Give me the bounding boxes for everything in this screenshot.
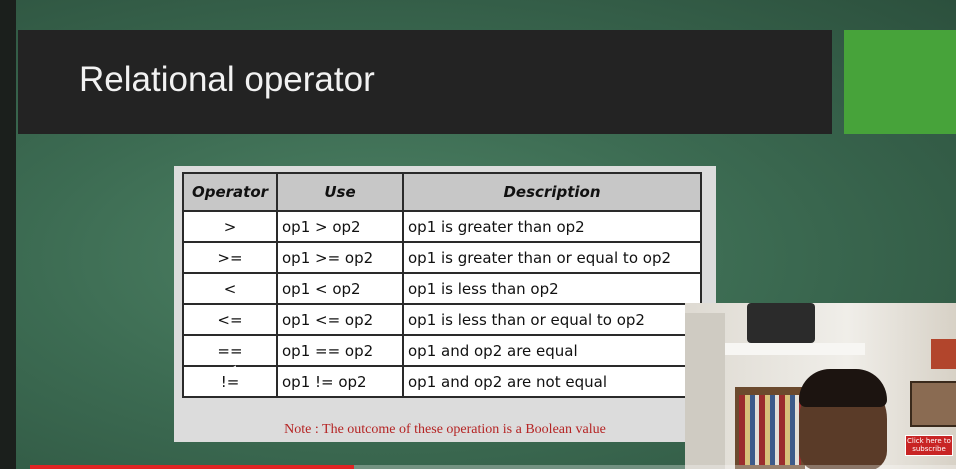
cell-description: op1 and op2 are equal	[402, 334, 702, 367]
webcam-books	[739, 395, 801, 465]
table-row: != op1 != op2 op1 and op2 are not equal	[182, 365, 702, 398]
header-use: Use	[276, 172, 404, 212]
accent-block	[844, 30, 956, 134]
table-row: >= op1 >= op2 op1 is greater than or equ…	[182, 241, 702, 274]
cell-operator: >=	[182, 241, 278, 274]
cell-description: op1 is greater than op2	[402, 210, 702, 243]
table-row: == op1 == op2 op1 and op2 are equal	[182, 334, 702, 367]
cell-operator: >	[182, 210, 278, 243]
cell-use: op1 > op2	[276, 210, 404, 243]
webcam-door	[685, 313, 725, 469]
operator-table-panel: Operator Use Description > op1 > op2 op1…	[174, 166, 716, 442]
header-operator: Operator	[182, 172, 278, 212]
cell-description: op1 is less than op2	[402, 272, 702, 305]
left-border	[0, 0, 16, 469]
video-progress-bar[interactable]	[30, 465, 956, 469]
slide-title: Relational operator	[79, 60, 375, 99]
webcam-red-object	[931, 339, 956, 369]
webcam-shelf	[725, 343, 865, 355]
presenter-hair	[799, 369, 887, 407]
cell-description: op1 and op2 are not equal	[402, 365, 702, 398]
cell-operator: <=	[182, 303, 278, 336]
operator-table: Operator Use Description > op1 > op2 op1…	[182, 172, 702, 398]
table-row: > op1 > op2 op1 is greater than op2	[182, 210, 702, 243]
cell-description: op1 is less than or equal to op2	[402, 303, 702, 336]
webcam-picture-frame	[910, 381, 956, 427]
cell-operator: ==	[182, 334, 278, 367]
header-description: Description	[402, 172, 702, 212]
cell-use: op1 <= op2	[276, 303, 404, 336]
cell-use: op1 >= op2	[276, 241, 404, 274]
cell-description: op1 is greater than or equal to op2	[402, 241, 702, 274]
cell-use: op1 != op2	[276, 365, 404, 398]
cell-use: op1 < op2	[276, 272, 404, 305]
video-progress-fill	[30, 465, 355, 469]
table-row: <= op1 <= op2 op1 is less than or equal …	[182, 303, 702, 336]
slide-title-bar: Relational operator	[18, 30, 832, 134]
cell-operator: <	[182, 272, 278, 305]
table-header-row: Operator Use Description	[182, 172, 702, 212]
table-row: < op1 < op2 op1 is less than op2	[182, 272, 702, 305]
subscribe-button[interactable]: Click here to subscribe	[905, 435, 953, 456]
table-note: Note : The outcome of these operation is…	[284, 422, 606, 437]
webcam-case	[747, 303, 815, 343]
cell-use: op1 == op2	[276, 334, 404, 367]
